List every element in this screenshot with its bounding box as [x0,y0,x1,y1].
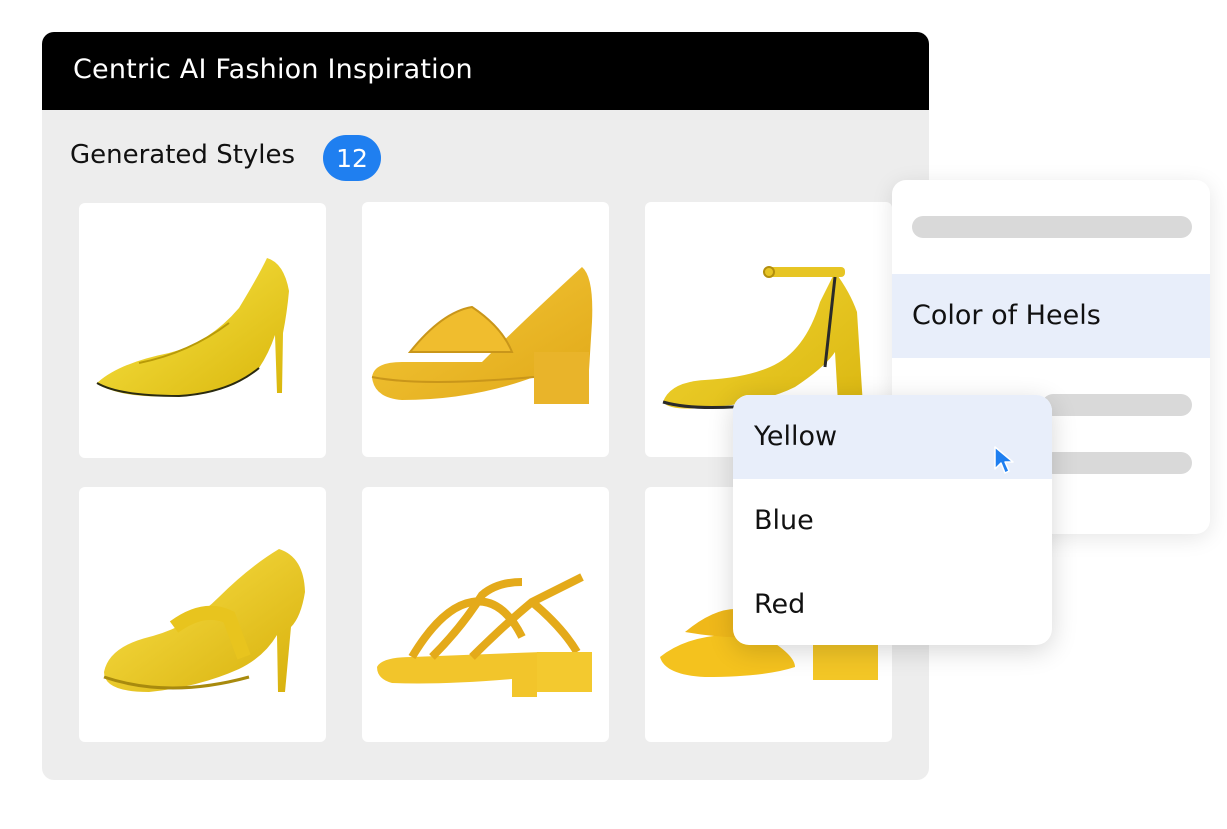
section-title: Generated Styles [70,140,296,170]
filter-item-label: Color of Heels [912,300,1101,331]
filter-item-color-of-heels[interactable]: Color of Heels [892,274,1210,358]
option-label: Yellow [754,421,838,452]
style-card-2[interactable] [362,202,609,457]
placeholder-bar [1042,394,1192,416]
mouse-pointer-icon [994,446,1014,474]
count-badge: 12 [323,135,381,181]
shoe-image [371,267,593,404]
option-label: Red [754,589,806,620]
option-label: Blue [754,505,814,536]
placeholder-bar [1042,452,1192,474]
placeholder-bar [912,216,1192,238]
title-bar: Centric AI Fashion Inspiration [42,32,929,110]
window-title: Centric AI Fashion Inspiration [73,54,473,85]
shoe-image [103,549,305,692]
style-card-1[interactable] [79,203,326,458]
color-dropdown-menu: Yellow Blue Red [733,395,1052,645]
option-red[interactable]: Red [733,563,1052,645]
shoe-image [96,258,289,398]
option-blue[interactable]: Blue [733,479,1052,563]
style-card-5[interactable] [362,487,609,742]
shoe-image [377,573,592,697]
style-card-4[interactable] [79,487,326,742]
